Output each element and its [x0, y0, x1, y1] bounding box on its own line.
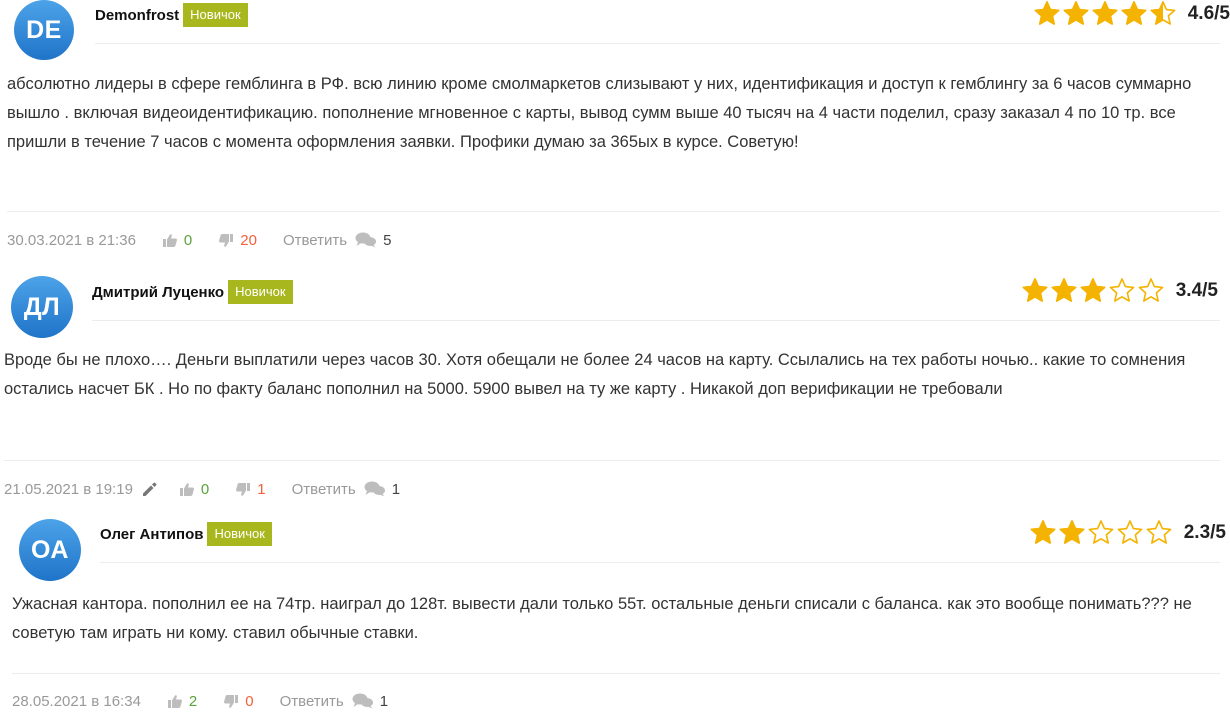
comments-count: 5 — [383, 231, 392, 249]
thumbs-down-icon — [236, 482, 251, 496]
header-divider — [100, 562, 1220, 563]
rating-stars — [1021, 277, 1166, 305]
reply-button[interactable]: Ответить — [280, 693, 344, 710]
review-card: ДЛ Дмитрий Луценко Новичок 3.4/5 Вроде б… — [0, 276, 1230, 508]
comments-icon — [364, 481, 385, 497]
author-row: Олег Антипов Новичок — [100, 521, 272, 547]
dislike-button[interactable]: 0 — [223, 692, 254, 710]
star-empty-icon — [1117, 520, 1143, 544]
star-filled-icon — [1092, 1, 1118, 25]
dislikes-count: 20 — [240, 231, 257, 249]
review-card: DE Demonfrost Новичок 4.6/5 абсолютно ли… — [0, 0, 1230, 262]
rating: 3.4/5 — [1021, 277, 1218, 305]
pencil-icon — [142, 482, 157, 496]
avatar: DE — [14, 0, 74, 60]
footer-divider — [7, 211, 1220, 212]
avatar: ОА — [19, 519, 81, 581]
thumbs-up-icon — [167, 694, 182, 708]
review-meta: 28.05.2021 в 16:34 2 0 Ответить 1 — [12, 691, 388, 711]
star-filled-icon — [1030, 520, 1056, 544]
star-empty-icon — [1138, 278, 1164, 302]
author-name[interactable]: Олег Антипов — [100, 526, 203, 543]
author-row: Demonfrost Новичок — [95, 2, 248, 28]
thumbs-down-icon — [224, 694, 239, 708]
like-button[interactable]: 2 — [167, 693, 197, 710]
footer-divider — [12, 673, 1220, 674]
dislike-button[interactable]: 20 — [218, 232, 257, 249]
review-text: Вроде бы не плохо…. Деньги выплатили чер… — [4, 351, 1186, 398]
footer-divider — [4, 460, 1220, 461]
comments-count-group[interactable]: 1 — [352, 693, 388, 710]
rating-value: 3.4/5 — [1175, 280, 1218, 301]
dislikes-count: 1 — [257, 480, 266, 498]
review-text: абсолютно лидеры в сфере гемблинга в РФ.… — [7, 75, 1192, 151]
comments-count-group[interactable]: 1 — [364, 481, 400, 498]
reply-button[interactable]: Ответить — [283, 232, 347, 249]
comments-count: 1 — [379, 692, 389, 710]
dislikes-count: 0 — [245, 692, 254, 710]
like-button[interactable]: 0 — [179, 481, 209, 498]
comments-icon — [352, 693, 373, 709]
review-meta: 30.03.2021 в 21:36 0 20 Ответить 5 — [7, 230, 391, 250]
comments-count-group[interactable]: 5 — [355, 232, 391, 249]
rating: 4.6/5 — [1033, 0, 1230, 28]
star-filled-icon — [1022, 278, 1048, 302]
author-name[interactable]: Дмитрий Луценко — [92, 284, 224, 301]
rating: 2.3/5 — [1029, 519, 1226, 547]
star-empty-icon — [1088, 520, 1114, 544]
likes-count: 0 — [183, 231, 193, 249]
star-filled-icon — [1059, 520, 1085, 544]
thumbs-down-icon — [219, 233, 234, 247]
rating-stars — [1029, 519, 1174, 547]
rating-stars — [1033, 0, 1178, 28]
author-row: Дмитрий Луценко Новичок — [92, 279, 293, 305]
review-date: 21.05.2021 в 19:19 — [4, 480, 133, 498]
thumbs-up-icon — [162, 233, 177, 247]
dislike-button[interactable]: 1 — [235, 480, 266, 498]
star-half-icon — [1150, 1, 1176, 25]
reply-button[interactable]: Ответить — [292, 481, 356, 498]
author-name[interactable]: Demonfrost — [95, 7, 179, 24]
star-filled-icon — [1121, 1, 1147, 25]
comments-count: 1 — [391, 480, 401, 498]
star-empty-icon — [1109, 278, 1135, 302]
review-text: Ужасная кантора. пополнил ее на 74тр. на… — [12, 595, 1192, 642]
star-filled-icon — [1080, 278, 1106, 302]
rank-badge: Новичок — [228, 280, 293, 304]
star-filled-icon — [1051, 278, 1077, 302]
like-button[interactable]: 0 — [162, 232, 192, 249]
star-filled-icon — [1034, 1, 1060, 25]
review-date: 28.05.2021 в 16:34 — [12, 692, 141, 710]
star-filled-icon — [1063, 1, 1089, 25]
likes-count: 0 — [200, 480, 210, 498]
thumbs-up-icon — [179, 482, 194, 496]
likes-count: 2 — [188, 692, 198, 710]
rank-badge: Новичок — [183, 3, 248, 27]
header-divider — [92, 320, 1220, 321]
rating-value: 2.3/5 — [1183, 522, 1226, 543]
review-meta: 21.05.2021 в 19:19 0 1 Ответить 1 — [4, 479, 400, 499]
comments-icon — [355, 232, 377, 248]
avatar: ДЛ — [11, 276, 73, 338]
review-date: 30.03.2021 в 21:36 — [7, 231, 136, 249]
header-divider — [95, 43, 1220, 44]
star-empty-icon — [1146, 520, 1172, 544]
review-card: ОА Олег Антипов Новичок 2.3/5 Ужасная ка… — [0, 519, 1230, 718]
rating-value: 4.6/5 — [1187, 3, 1230, 24]
rank-badge: Новичок — [207, 522, 272, 546]
